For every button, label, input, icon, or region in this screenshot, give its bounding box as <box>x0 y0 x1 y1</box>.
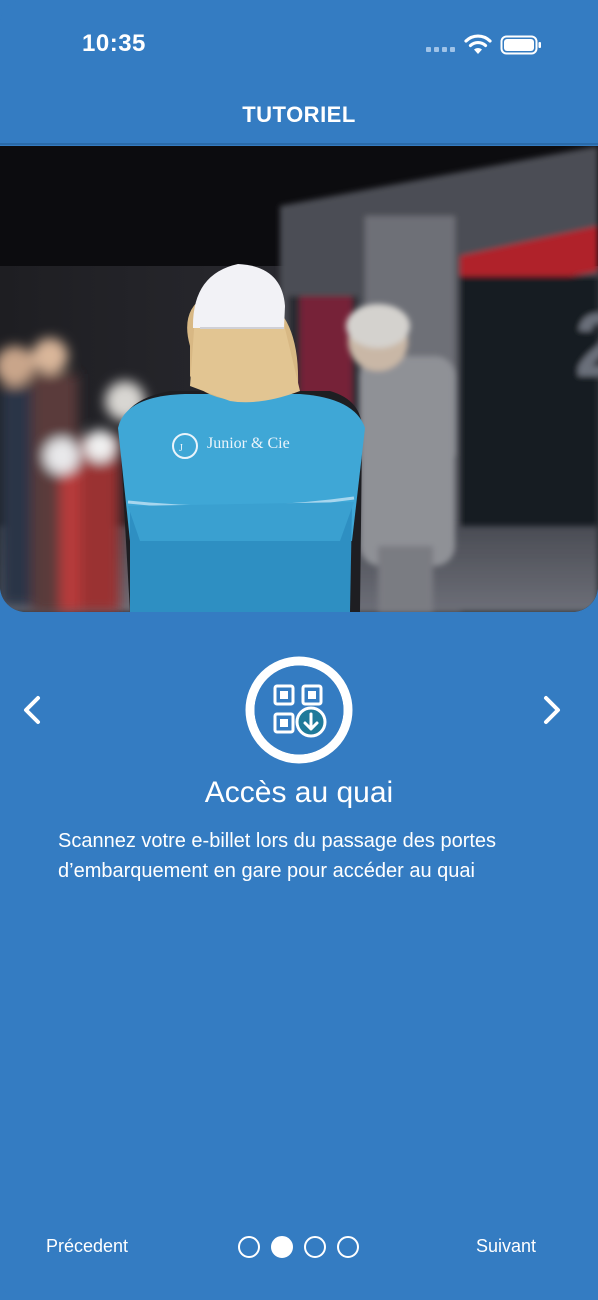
qr-code-download-icon <box>245 656 353 764</box>
svg-text:2: 2 <box>575 296 598 396</box>
page-indicator <box>238 1236 362 1260</box>
svg-text:J: J <box>179 443 183 454</box>
page-dot-1[interactable] <box>238 1236 260 1258</box>
slide-description: Scannez votre e-billet lors du passage d… <box>58 830 497 882</box>
page-dot-2[interactable] <box>271 1236 293 1258</box>
status-bar: 10:35 <box>0 0 598 90</box>
hero-photo: 2 <box>0 146 598 612</box>
previous-button[interactable]: Précedent <box>46 1236 128 1257</box>
previous-slide-arrow[interactable] <box>12 690 52 730</box>
page-dot-4[interactable] <box>337 1236 359 1258</box>
next-slide-arrow[interactable] <box>532 690 572 730</box>
tutorial-screen: 10:35 TUTORIEL J Junior & Cie Accès au q… <box>0 0 598 1300</box>
battery-icon <box>500 35 541 55</box>
navigation-header: TUTORIEL <box>0 90 598 145</box>
cellular-signal-icon <box>426 44 456 52</box>
station-staff-illustration: 2 <box>0 146 598 612</box>
wifi-icon <box>464 34 492 54</box>
vest-text: Junior & Cie <box>207 435 290 452</box>
next-button[interactable]: Suivant <box>476 1236 536 1257</box>
page-dot-3[interactable] <box>304 1236 326 1258</box>
status-time: 10:35 <box>82 30 146 57</box>
slide-title: Accès au quai <box>204 776 394 809</box>
page-title: TUTORIEL <box>242 102 356 127</box>
